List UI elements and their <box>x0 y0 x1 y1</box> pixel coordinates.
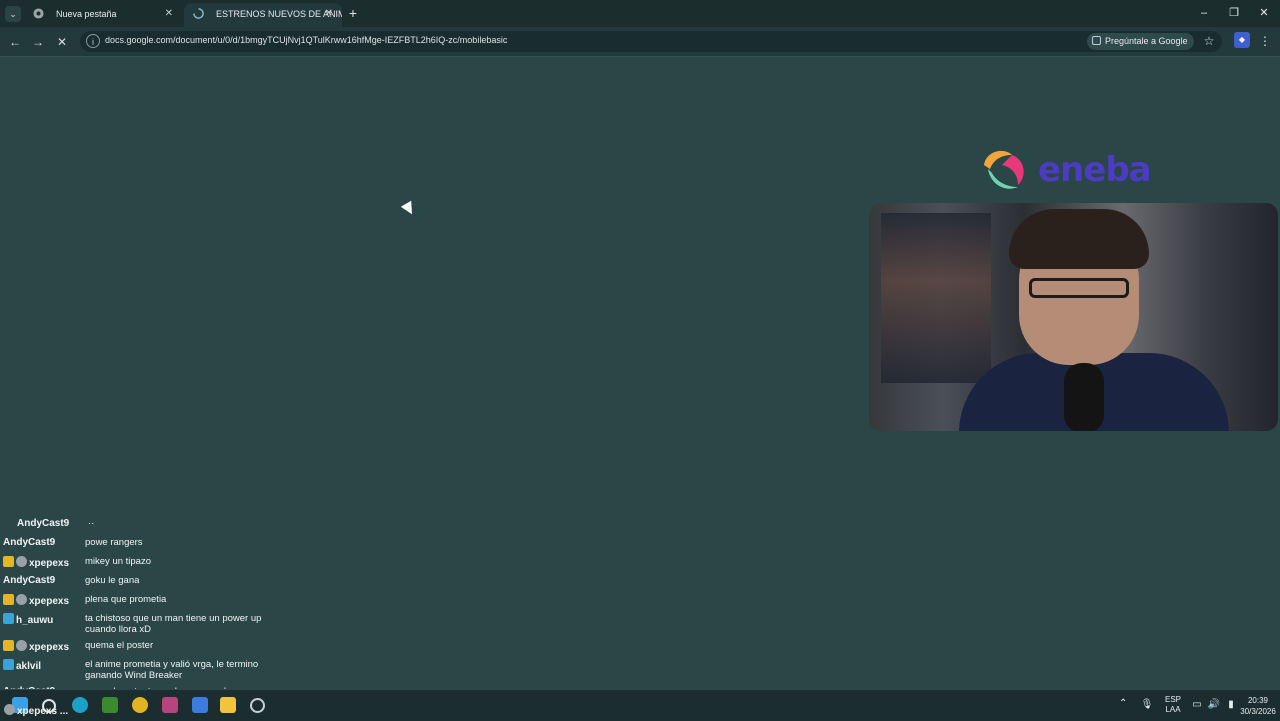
prime-badge-icon <box>3 613 14 624</box>
battery-icon[interactable]: ▮ <box>1224 698 1238 712</box>
chat-username: aklvil <box>3 659 41 672</box>
close-tab-icon[interactable]: ✕ <box>325 3 333 25</box>
clock[interactable]: 20:39 30/3/2026 <box>1238 695 1278 717</box>
crown-badge-icon <box>3 594 14 605</box>
restore-icon[interactable]: ❐ <box>1225 5 1243 21</box>
chat-text: mikey un tipazo <box>85 556 152 567</box>
bookmark-star-icon[interactable]: ☆ <box>1201 33 1217 50</box>
url-text[interactable]: docs.google.com/document/u/0/d/1bmgyTCUj… <box>105 35 507 45</box>
close-tab-icon[interactable]: ✕ <box>165 3 173 25</box>
keyboard-layout: LAA <box>1165 705 1181 714</box>
microphone-icon[interactable]: 🎙 <box>1140 698 1154 712</box>
network-icon[interactable]: ▭ <box>1190 698 1204 712</box>
chat-username: AndyCast9 <box>17 518 70 529</box>
person-hair <box>1009 209 1149 269</box>
edge-icon[interactable] <box>72 697 88 713</box>
browser-toolbar: ← → ✕ i docs.google.com/document/u/0/d/1… <box>0 27 1280 57</box>
mask-badge-icon <box>16 556 27 567</box>
volume-icon[interactable]: 🔊 <box>1207 698 1221 712</box>
visual-studio-code-icon[interactable] <box>192 697 208 713</box>
eneba-logo-text: eneba <box>1038 150 1152 190</box>
tab-estrenos-anime[interactable]: ESTRENOS NUEVOS DE ANIME ✕ <box>184 3 342 27</box>
language-code: ESP <box>1164 695 1181 704</box>
mask-badge-icon <box>16 640 27 651</box>
chat-text: powe rangers <box>85 537 143 548</box>
clock-date: 30/3/2026 <box>1240 707 1276 716</box>
file-explorer-icon[interactable] <box>220 697 236 713</box>
chat-text: goku le gana <box>85 575 140 586</box>
crown-badge-icon <box>3 640 14 651</box>
chat-username: xpepexs <box>3 556 69 569</box>
prime-badge-icon <box>3 659 14 670</box>
tab-title: ESTRENOS NUEVOS DE ANIME <box>216 9 342 19</box>
minimize-icon[interactable]: – <box>1195 5 1213 21</box>
language-indicator[interactable]: ESP LAA <box>1160 695 1186 715</box>
show-hidden-icons-chevron-icon[interactable]: ⌃ <box>1119 698 1127 709</box>
back-arrow-icon[interactable]: ← <box>6 33 24 51</box>
chat-username-overflow: xpepexs ... <box>4 704 68 717</box>
poster-wall <box>881 213 991 383</box>
chrome-icon[interactable] <box>132 697 148 713</box>
mask-badge-icon <box>4 704 15 715</box>
kebab-menu-icon[interactable]: ⋮ <box>1259 33 1271 51</box>
chat-text: quema el poster <box>85 640 154 651</box>
lens-icon <box>1092 36 1101 45</box>
tab-strip: ⌄ Nueva pestaña ✕ ESTRENOS NUEVOS DE ANI… <box>0 0 1280 27</box>
chrome-favicon-icon <box>33 8 44 19</box>
windows-taskbar: xpepexs ... ⌃ 🎙 ESP LAA ▭ 🔊 ▮ 20:39 30/3… <box>0 689 1280 721</box>
chat-text: el anime prometia y valió vrga, le termi… <box>85 659 259 681</box>
loading-spinner-icon <box>193 8 204 19</box>
minecraft-icon[interactable] <box>102 697 118 713</box>
tab-title: Nueva pestaña <box>56 9 117 19</box>
chat-username: AndyCast9 <box>3 575 56 586</box>
address-bar[interactable]: i docs.google.com/document/u/0/d/1bmgyTC… <box>80 31 1222 52</box>
stop-loading-icon[interactable]: ✕ <box>53 33 71 51</box>
close-window-icon[interactable]: ✕ <box>1255 5 1273 21</box>
crown-badge-icon <box>3 556 14 567</box>
clock-time: 20:39 <box>1247 696 1269 705</box>
forward-arrow-icon[interactable]: → <box>29 33 47 51</box>
site-info-icon[interactable]: i <box>86 34 100 48</box>
tab-search-chevron-icon[interactable]: ⌄ <box>5 6 21 22</box>
chat-text: ta chistoso que un man tiene un power up… <box>85 613 262 635</box>
eneba-logo: eneba <box>978 145 1158 197</box>
chat-username: xpepexs <box>3 640 69 653</box>
app-icon[interactable] <box>162 697 178 713</box>
chat-text: ·· <box>88 518 95 529</box>
chat-text: plena que prometia <box>85 594 167 605</box>
chat-username: AndyCast9 <box>3 537 56 548</box>
chat-username: h_auwu <box>3 613 53 626</box>
mask-badge-icon <box>16 594 27 605</box>
ask-google-label: Pregúntale a Google <box>1105 36 1188 46</box>
mouse-cursor-icon <box>400 200 418 218</box>
glasses <box>1029 278 1129 298</box>
obs-icon[interactable] <box>250 698 265 713</box>
new-tab-plus-icon[interactable]: + <box>346 4 360 22</box>
microphone <box>1064 363 1104 431</box>
ask-google-button[interactable]: Pregúntale a Google <box>1087 33 1194 50</box>
tab-nueva-pestana[interactable]: Nueva pestaña ✕ <box>24 3 182 27</box>
webcam-feed <box>869 203 1278 431</box>
eneba-logo-mark-icon <box>984 150 1024 189</box>
extension-icon[interactable]: ◆ <box>1234 32 1250 48</box>
chat-username: xpepexs <box>3 594 69 607</box>
